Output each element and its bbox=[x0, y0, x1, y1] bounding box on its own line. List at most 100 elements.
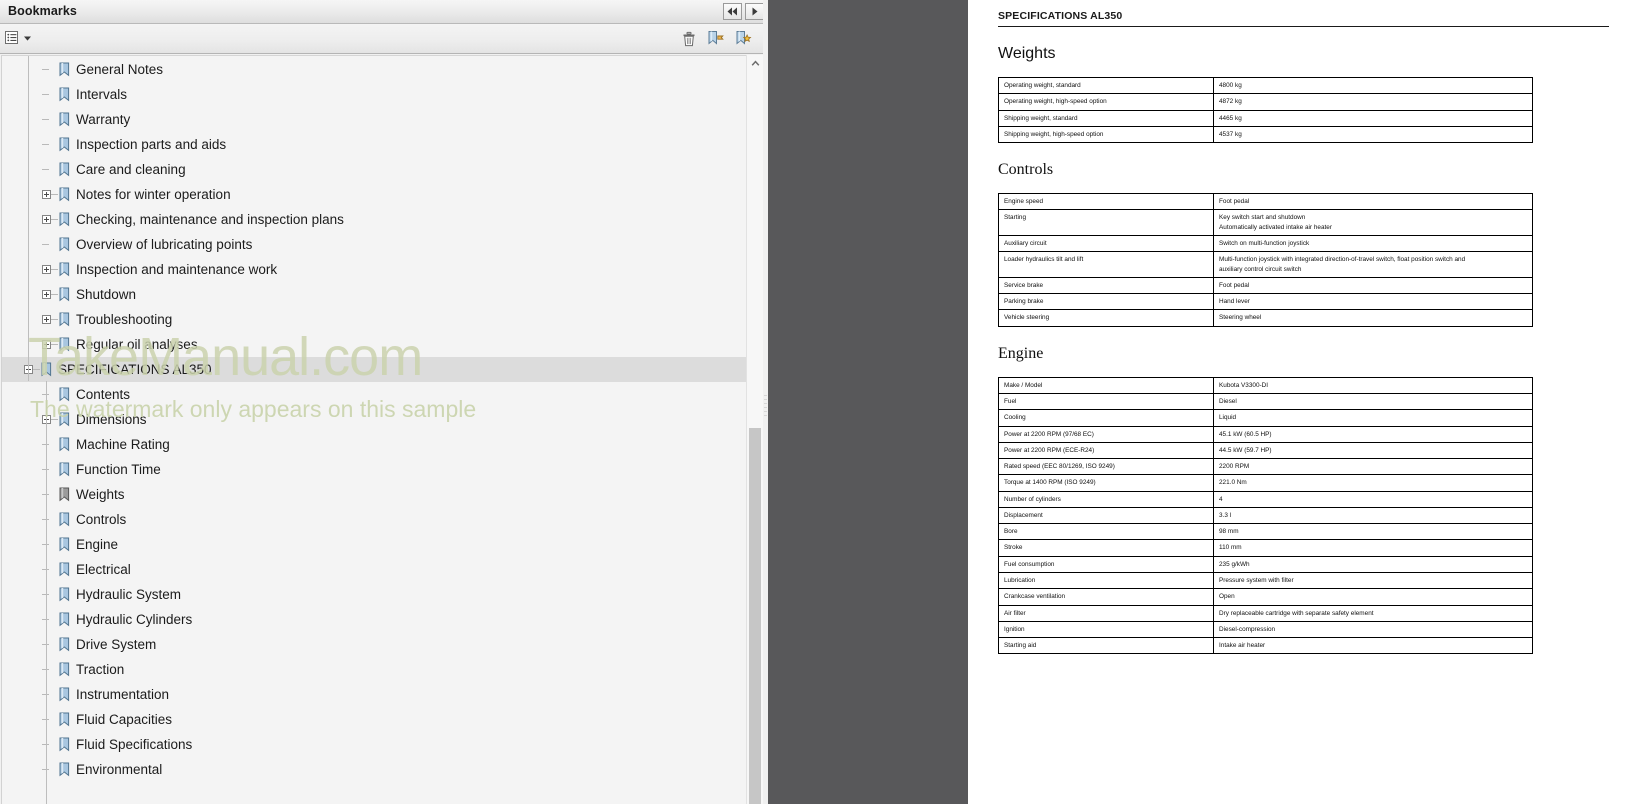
spec-value-cell: Open bbox=[1213, 588, 1533, 606]
spec-value-line: Pressure system with filter bbox=[1219, 577, 1294, 585]
new-bookmark-button[interactable] bbox=[705, 29, 725, 49]
bookmark-item-electrical[interactable]: Electrical bbox=[2, 557, 746, 582]
table-row: Operating weight, high-speed option 4872 … bbox=[998, 93, 1533, 111]
bookmark-icon-wrap bbox=[58, 612, 71, 627]
bookmark-item-warranty[interactable]: Warranty bbox=[2, 107, 746, 132]
bookmark-item-engine[interactable]: Engine bbox=[2, 532, 746, 557]
bookmark-item-specifications-al350[interactable]: SPECIFICATIONS AL350 bbox=[2, 357, 746, 382]
table-row: Operating weight, standard 4800 kg bbox=[998, 76, 1533, 95]
bookmark-icon-wrap bbox=[58, 462, 71, 477]
trash-icon bbox=[683, 31, 695, 47]
collapse-panel-button[interactable] bbox=[723, 3, 742, 20]
bookmark-item-hydraulic-system[interactable]: Hydraulic System bbox=[2, 582, 746, 607]
bookmark-item-checking-maintenance-and-inspection-plans[interactable]: Checking, maintenance and inspection pla… bbox=[2, 207, 746, 232]
bookmark-item-drive-system[interactable]: Drive System bbox=[2, 632, 746, 657]
tree-toggle-spacer bbox=[49, 615, 58, 624]
spec-key-cell: Starting aid bbox=[998, 637, 1214, 655]
bookmark-icon-wrap bbox=[58, 637, 71, 652]
spec-value-cell: 98 mm bbox=[1213, 523, 1533, 541]
bookmark-ribbon-gray-icon bbox=[59, 487, 70, 502]
bookmark-item-general-notes[interactable]: General Notes bbox=[2, 57, 746, 82]
table-row: Loader hydraulics tilt and lift Multi-fun… bbox=[998, 251, 1533, 278]
expand-node-icon[interactable] bbox=[42, 265, 51, 274]
bookmark-item-label: Instrumentation bbox=[76, 687, 170, 702]
expand-node-icon[interactable] bbox=[42, 340, 51, 349]
spec-key-cell: Parking brake bbox=[998, 293, 1214, 311]
new-bookmark-alt-button[interactable] bbox=[733, 29, 753, 49]
bookmark-icon-wrap bbox=[40, 362, 53, 377]
bookmark-ribbon-icon bbox=[59, 512, 70, 527]
bookmark-item-shutdown[interactable]: Shutdown bbox=[2, 282, 746, 307]
table-row: Cooling Liquid bbox=[998, 409, 1533, 427]
bookmark-icon-wrap bbox=[58, 737, 71, 752]
bookmark-ribbon-icon bbox=[59, 137, 70, 152]
bookmark-item-label: Dimensions bbox=[76, 412, 147, 427]
spec-value-line: 4465 kg bbox=[1219, 114, 1242, 122]
spec-value-line: 4 bbox=[1219, 495, 1223, 503]
bookmark-item-intervals[interactable]: Intervals bbox=[2, 82, 746, 107]
bookmark-ribbon-icon bbox=[59, 412, 70, 427]
bookmarks-tree-viewport: General Notes Intervals Warranty Inspection… bbox=[1, 55, 746, 804]
bookmark-item-dimensions[interactable]: Dimensions bbox=[2, 407, 746, 432]
bookmark-ribbon-icon bbox=[59, 587, 70, 602]
table-row: Bore 98 mm bbox=[998, 523, 1533, 541]
scroll-up-button[interactable] bbox=[747, 55, 763, 71]
bookmark-item-fluid-specifications[interactable]: Fluid Specifications bbox=[2, 732, 746, 757]
splitter-grip[interactable] bbox=[764, 395, 767, 431]
bookmark-item-fluid-capacities[interactable]: Fluid Capacities bbox=[2, 707, 746, 732]
spec-key-cell: Stroke bbox=[998, 539, 1214, 557]
bookmark-item-overview-of-lubricating-points[interactable]: Overview of lubricating points bbox=[2, 232, 746, 257]
spec-value-cell: 4872 kg bbox=[1213, 93, 1533, 111]
bookmark-item-weights[interactable]: Weights bbox=[2, 482, 746, 507]
tree-guide-line bbox=[28, 56, 29, 381]
document-sections: Weights Operating weight, standard 4800 kg… bbox=[998, 45, 1609, 655]
tree-toggle-spacer bbox=[49, 765, 58, 774]
tree-connector-line bbox=[51, 319, 58, 320]
bookmark-item-care-and-cleaning[interactable]: Care and cleaning bbox=[2, 157, 746, 182]
bookmark-ribbon-icon bbox=[59, 262, 70, 277]
bookmark-item-function-time[interactable]: Function Time bbox=[2, 457, 746, 482]
bookmarks-tree: General Notes Intervals Warranty Inspection… bbox=[2, 56, 746, 804]
delete-bookmark-button[interactable] bbox=[679, 29, 699, 49]
bookmark-item-traction[interactable]: Traction bbox=[2, 657, 746, 682]
bookmark-icon-wrap bbox=[58, 312, 71, 327]
expand-node-icon[interactable] bbox=[42, 190, 51, 199]
bookmark-item-inspection-and-maintenance-work[interactable]: Inspection and maintenance work bbox=[2, 257, 746, 282]
bookmarks-scrollbar[interactable] bbox=[746, 55, 763, 804]
spec-key-cell: Lubrication bbox=[998, 572, 1214, 590]
bookmark-item-machine-rating[interactable]: Machine Rating bbox=[2, 432, 746, 457]
bookmark-ribbon-icon bbox=[59, 762, 70, 777]
bookmark-item-hydraulic-cylinders[interactable]: Hydraulic Cylinders bbox=[2, 607, 746, 632]
bookmark-options-button[interactable] bbox=[4, 29, 33, 47]
scrollbar-thumb[interactable] bbox=[749, 428, 761, 804]
bookmark-item-environmental[interactable]: Environmental bbox=[2, 757, 746, 782]
expand-panel-button[interactable] bbox=[745, 3, 764, 20]
bookmark-item-inspection-parts-and-aids[interactable]: Inspection parts and aids bbox=[2, 132, 746, 157]
spec-value-cell: 45.1 kW (60.5 HP) bbox=[1213, 425, 1533, 443]
table-row: Displacement 3.3 l bbox=[998, 506, 1533, 525]
bookmark-item-label: Weights bbox=[76, 487, 125, 502]
expand-node-icon[interactable] bbox=[42, 315, 51, 324]
bookmark-ribbon-icon bbox=[59, 562, 70, 577]
spec-value-cell: Steering wheel bbox=[1213, 309, 1533, 327]
bookmark-ribbon-icon bbox=[59, 62, 70, 77]
bookmark-item-label: Function Time bbox=[76, 462, 161, 477]
spec-value-cell: 4465 kg bbox=[1213, 109, 1533, 127]
spec-value-cell: 2200 RPM bbox=[1213, 458, 1533, 476]
tree-toggle-spacer bbox=[49, 390, 58, 399]
bookmarks-toolbar bbox=[0, 24, 764, 54]
expand-node-icon[interactable] bbox=[42, 215, 51, 224]
bookmark-item-troubleshooting[interactable]: Troubleshooting bbox=[2, 307, 746, 332]
bookmark-item-notes-for-winter-operation[interactable]: Notes for winter operation bbox=[2, 182, 746, 207]
bookmark-ribbon-icon bbox=[59, 712, 70, 727]
bookmark-item-contents[interactable]: Contents bbox=[2, 382, 746, 407]
bookmark-icon-wrap bbox=[58, 287, 71, 302]
bookmark-item-regular-oil-analyses[interactable]: Regular oil analyses bbox=[2, 332, 746, 357]
bookmarks-panel: Bookmarks General Notes Intervals Warran… bbox=[0, 0, 764, 804]
bookmark-icon-wrap bbox=[58, 412, 71, 427]
expand-node-icon[interactable] bbox=[42, 290, 51, 299]
bookmark-item-controls[interactable]: Controls bbox=[2, 507, 746, 532]
bookmark-item-label: Hydraulic System bbox=[76, 587, 182, 602]
table-row: Torque at 1400 RPM (ISO 9249) 221.0 Nm bbox=[998, 474, 1533, 492]
bookmark-item-instrumentation[interactable]: Instrumentation bbox=[2, 682, 746, 707]
